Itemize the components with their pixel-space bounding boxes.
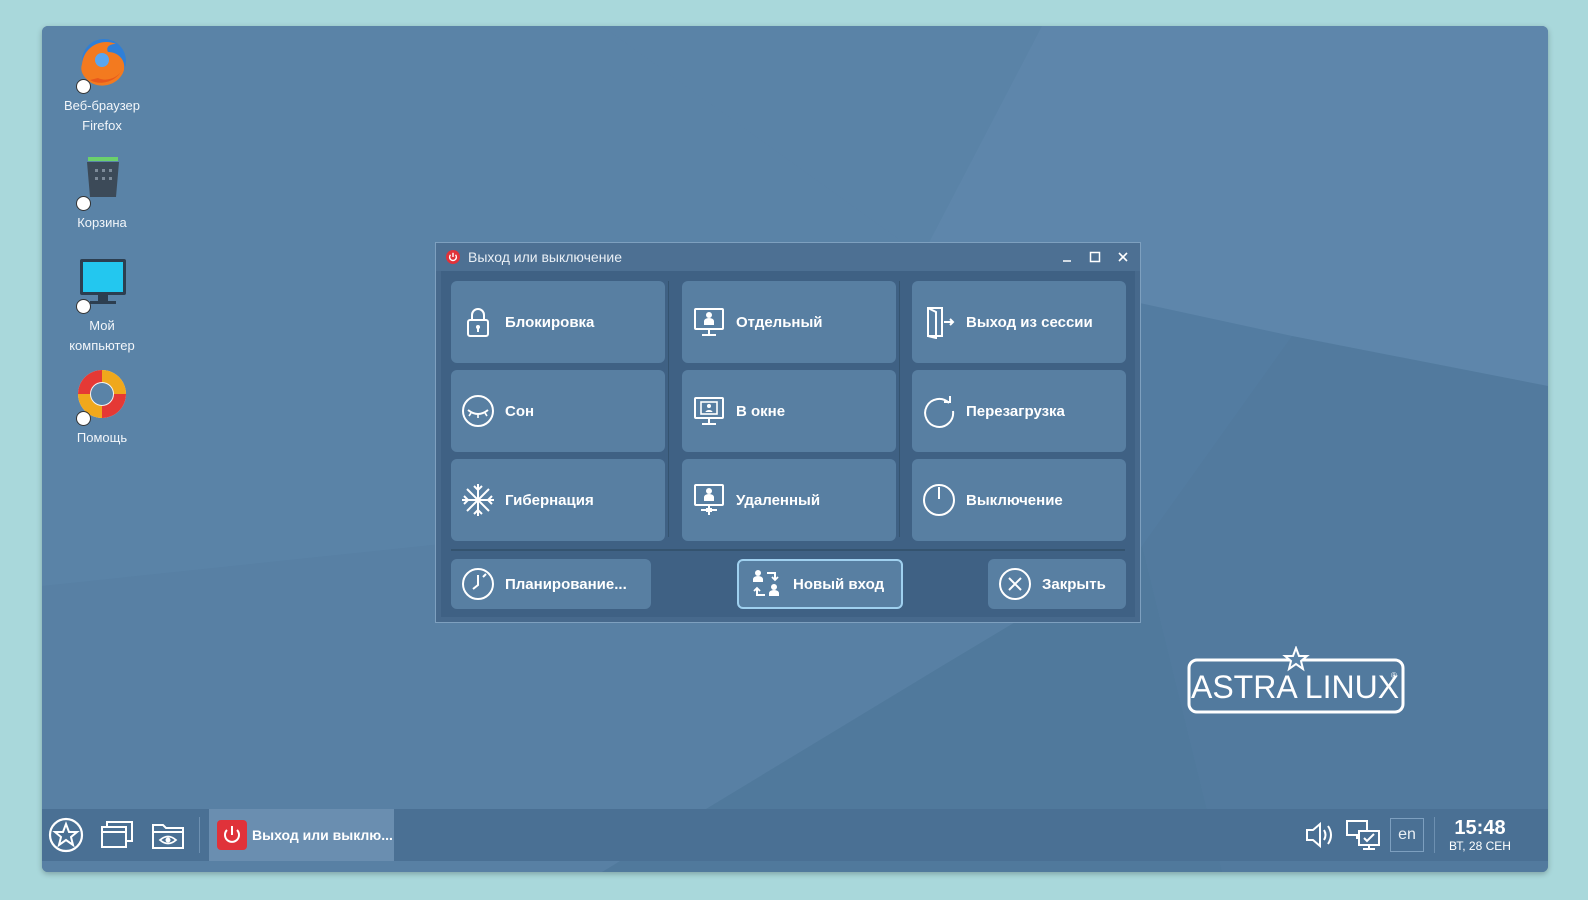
show-windows-button[interactable] [99, 817, 135, 853]
desktop-icon-label: Firefox [82, 118, 122, 133]
desktop-icon-help[interactable]: Помощь [42, 366, 162, 448]
tile-label: Сон [505, 402, 535, 420]
network-monitors-icon [1346, 820, 1380, 850]
remote-button[interactable]: Удаленный [682, 459, 896, 541]
tile-label: Отдельный [736, 313, 823, 331]
button-label: Закрыть [1042, 575, 1106, 593]
volume-button[interactable] [1302, 817, 1338, 853]
schedule-button[interactable]: Планирование... [451, 559, 651, 609]
desktop-icon-firefox[interactable]: Веб-браузер Firefox [42, 34, 162, 136]
sleep-eye-icon [461, 394, 495, 428]
logo-text: ASTRA LINUX [1191, 669, 1399, 705]
task-label: Выход или выклю... [252, 827, 393, 843]
close-icon [1118, 252, 1128, 262]
dialog-titlebar[interactable]: Выход или выключение [436, 243, 1140, 271]
minimize-button[interactable] [1056, 246, 1078, 268]
reboot-button[interactable]: Перезагрузка [912, 370, 1126, 452]
monitor-remote-icon [692, 483, 726, 517]
shortcut-arrow-icon [76, 411, 91, 426]
clock-date: ВТ, 28 СЕН [1449, 839, 1511, 853]
monitor-window-icon [692, 394, 726, 428]
keyboard-layout-indicator[interactable]: en [1390, 818, 1424, 852]
new-login-button[interactable]: Новый вход [737, 559, 903, 609]
tile-label: Выход из сессии [966, 313, 1093, 331]
firefox-icon [72, 34, 132, 94]
maximize-button[interactable] [1084, 246, 1106, 268]
computer-icon [72, 254, 132, 314]
clock-time: 15:48 [1454, 817, 1506, 839]
taskbar-task-logout-dialog[interactable]: Выход или выклю... [209, 809, 394, 861]
shortcut-arrow-icon [76, 299, 91, 314]
lock-button[interactable]: Блокировка [451, 281, 665, 363]
desktop-icon-label: Корзина [77, 215, 127, 230]
taskbar: Выход или выклю... en 15:48 ВТ, 28 СЕН [42, 809, 1548, 861]
minimize-icon [1063, 260, 1071, 262]
file-manager-button[interactable] [150, 817, 186, 853]
clock-icon [461, 567, 495, 601]
desktop-icon-label: Мой [89, 318, 115, 333]
clock[interactable]: 15:48 ВТ, 28 СЕН [1440, 817, 1520, 853]
desktop-icon-label: компьютер [69, 338, 135, 353]
shortcut-arrow-icon [76, 196, 91, 211]
trash-icon [72, 151, 132, 211]
astra-star-icon [48, 817, 84, 853]
hibernate-button[interactable]: Гибернация [451, 459, 665, 541]
taskbar-divider [199, 817, 200, 853]
desktop: Веб-браузер Firefox Корзина Мой компьюте… [42, 26, 1548, 872]
close-button[interactable]: Закрыть [988, 559, 1126, 609]
tile-label: Выключение [966, 491, 1063, 509]
reboot-icon [922, 394, 956, 428]
tile-label: Блокировка [505, 313, 595, 331]
windows-icon [101, 821, 133, 848]
dialog-title: Выход или выключение [468, 249, 623, 265]
desktop-icon-label: Помощь [76, 430, 128, 445]
snowflake-icon [461, 483, 495, 517]
monitor-user-icon [692, 305, 726, 339]
desktop-icon-label: Веб-браузер [63, 98, 141, 113]
desktop-icon-my-computer[interactable]: Мой компьютер [42, 254, 162, 356]
close-circle-icon [998, 567, 1032, 601]
shortcut-arrow-icon [76, 79, 91, 94]
shutdown-button[interactable]: Выключение [912, 459, 1126, 541]
close-window-button[interactable] [1112, 246, 1134, 268]
switch-user-icon [749, 567, 783, 601]
speaker-icon [1306, 821, 1332, 849]
registered-mark: ® [1391, 671, 1397, 680]
desktop-icon-trash[interactable]: Корзина [42, 151, 162, 233]
in-window-button[interactable]: В окне [682, 370, 896, 452]
tile-label: Перезагрузка [966, 402, 1065, 420]
tile-label: Гибернация [505, 491, 594, 509]
door-exit-icon [922, 305, 956, 340]
sleep-button[interactable]: Сон [451, 370, 665, 452]
network-button[interactable] [1345, 817, 1381, 853]
tile-label: Удаленный [736, 491, 821, 509]
logout-dialog: Выход или выключение Блокировка Отдельны… [435, 242, 1141, 623]
folder-eye-icon [152, 824, 184, 849]
power-icon [922, 483, 956, 517]
logout-button[interactable]: Выход из сессии [912, 281, 1126, 363]
astra-linux-logo: ASTRA LINUX ® [1187, 645, 1417, 731]
power-icon [217, 820, 247, 850]
help-lifebuoy-icon [72, 366, 132, 426]
start-menu-button[interactable] [48, 817, 84, 853]
buttons-divider [451, 549, 1125, 551]
button-label: Планирование... [505, 575, 627, 593]
separate-session-button[interactable]: Отдельный [682, 281, 896, 363]
power-icon [446, 250, 460, 264]
column-divider [899, 281, 900, 537]
dialog-body: Блокировка Отдельный Выход из сессии Сон… [441, 271, 1135, 617]
tile-label: В окне [736, 402, 786, 420]
lock-icon [461, 305, 495, 339]
maximize-icon [1089, 251, 1101, 263]
taskbar-divider [1434, 817, 1435, 853]
button-label: Новый вход [793, 575, 885, 593]
column-divider [668, 281, 669, 537]
